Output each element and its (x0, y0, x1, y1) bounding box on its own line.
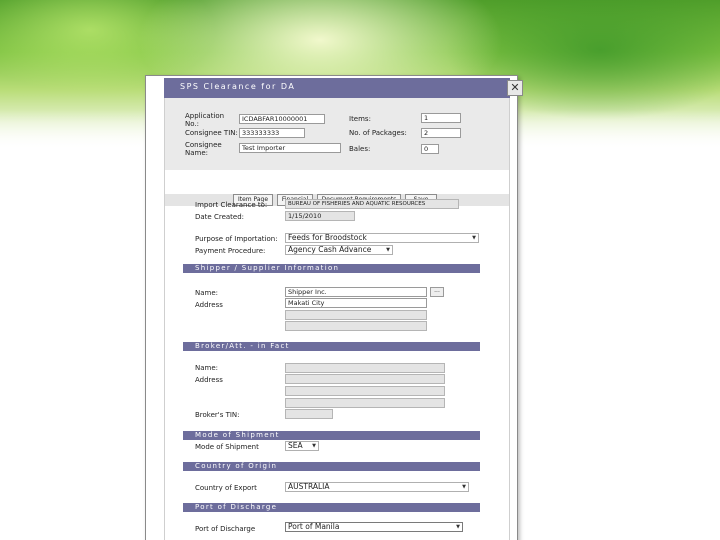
export-country-select[interactable]: AUSTRALIA ▼ (285, 482, 469, 492)
broker-tin-field[interactable] (285, 409, 333, 419)
import-clearance-field: BUREAU OF FISHERIES AND AQUATIC RESOURCE… (285, 199, 459, 209)
payment-value: Agency Cash Advance (288, 245, 372, 254)
shipper-address-line1[interactable]: Makati City (285, 298, 427, 308)
discharge-port-value: Port of Manila (288, 522, 340, 531)
broker-address-line2[interactable] (285, 386, 445, 396)
shipper-section-header: Shipper / Supplier Information (183, 264, 480, 273)
consignee-tin-label: Consignee TIN: (185, 129, 238, 137)
discharge-section-header: Port of Discharge (183, 503, 480, 512)
export-country-value: AUSTRALIA (288, 482, 330, 491)
broker-address-label: Address (195, 376, 223, 384)
chevron-down-icon: ▼ (462, 484, 466, 490)
discharge-port-select[interactable]: Port of Manila ▼ (285, 522, 463, 532)
consignee-name-field[interactable]: Test Importer (239, 143, 341, 153)
window-title: SPS Clearance for DA (180, 82, 296, 91)
packages-label: No. of Packages: (349, 129, 407, 137)
shipper-lookup-button[interactable]: ... (430, 287, 444, 297)
purpose-value: Feeds for Broodstock (288, 233, 367, 242)
shipper-name-label: Name: (195, 289, 219, 297)
chevron-down-icon: ▼ (386, 247, 390, 253)
form-body: Application No.: ICDABFAR10000001 Consig… (164, 98, 510, 540)
broker-address-line3[interactable] (285, 398, 445, 408)
shipper-address-label: Address (195, 301, 223, 309)
broker-name-label: Name: (195, 364, 219, 372)
export-country-label: Country of Export (195, 484, 257, 492)
payment-select[interactable]: Agency Cash Advance ▼ (285, 245, 393, 255)
broker-name-field[interactable] (285, 363, 445, 373)
chevron-down-icon: ▼ (456, 524, 460, 530)
import-clearance-label: Import Clearance to: (195, 201, 268, 209)
broker-section-header: Broker/Att. - in Fact (183, 342, 480, 351)
shipment-mode-value: SEA (288, 441, 303, 450)
application-no-field[interactable]: ICDABFAR10000001 (239, 114, 325, 124)
window-titlebar: SPS Clearance for DA ✕ (164, 78, 523, 98)
sps-clearance-window: SPS Clearance for DA ✕ Application No.: … (145, 75, 523, 540)
payment-label: Payment Procedure: (195, 247, 266, 255)
application-header: Application No.: ICDABFAR10000001 Consig… (165, 98, 509, 170)
shipment-mode-label: Mode of Shipment (195, 443, 259, 451)
consignee-name-label: Consignee Name: (185, 141, 222, 157)
shipment-mode-select[interactable]: SEA ▼ (285, 441, 319, 451)
bales-field[interactable]: 0 (421, 144, 439, 154)
shipper-address-line3[interactable] (285, 321, 427, 331)
items-label: Items: (349, 115, 371, 123)
packages-field[interactable]: 2 (421, 128, 461, 138)
items-field[interactable]: 1 (421, 113, 461, 123)
close-icon[interactable]: ✕ (507, 80, 523, 96)
broker-address-line1[interactable] (285, 374, 445, 384)
shipper-address-line2[interactable] (285, 310, 427, 320)
date-created-label: Date Created: (195, 213, 245, 221)
discharge-port-label: Port of Discharge (195, 525, 256, 533)
application-no-label: Application No.: (185, 112, 225, 128)
purpose-label: Purpose of Importation: (195, 235, 278, 243)
date-created-field: 1/15/2010 (285, 211, 355, 221)
purpose-select[interactable]: Feeds for Broodstock ▼ (285, 233, 479, 243)
origin-section-header: Country of Origin (183, 462, 480, 471)
consignee-tin-field[interactable]: 333333333 (239, 128, 305, 138)
broker-tin-label: Broker's TIN: (195, 411, 240, 419)
chevron-down-icon: ▼ (472, 235, 476, 241)
chevron-down-icon: ▼ (312, 443, 316, 449)
bales-label: Bales: (349, 145, 371, 153)
shipment-section-header: Mode of Shipment (183, 431, 480, 440)
shipper-name-field[interactable]: Shipper Inc. (285, 287, 427, 297)
